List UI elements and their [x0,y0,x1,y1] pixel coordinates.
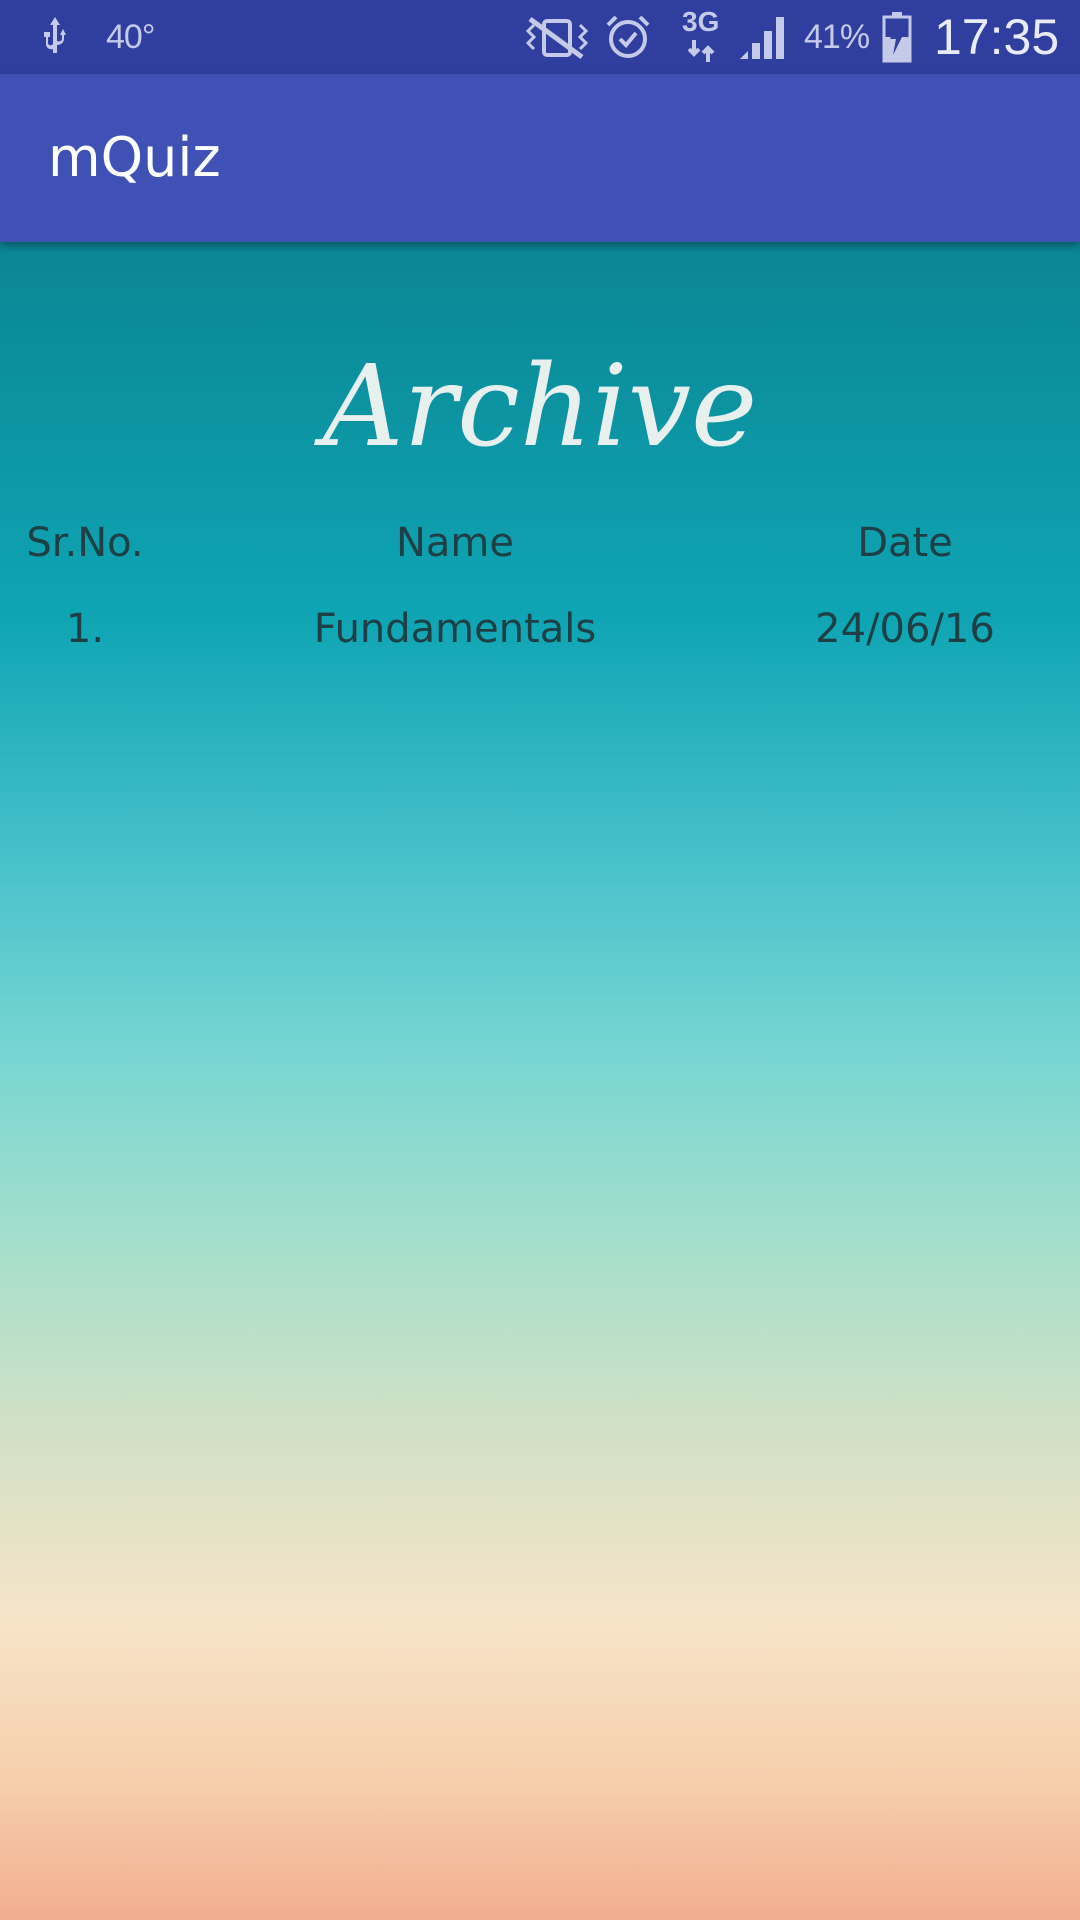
row-date: 24/06/16 [815,606,995,652]
battery-charging-icon [882,0,912,74]
vibrate-off-icon [520,0,592,74]
network-3g-icon [682,0,722,74]
row-name: Fundamentals [313,606,597,652]
archive-table: Sr.No. Name Date 1. Fundamentals 24/06/1… [0,500,1080,672]
page-title: Archive [322,342,758,472]
alarm-icon [604,0,652,74]
usb-icon [38,0,72,74]
header-date: Date [857,520,953,566]
clock: 17:35 [934,9,1060,65]
temperature-text: 40° [106,17,155,56]
header-sr-no: Sr.No. [26,520,144,566]
status-bar: 40° 3G 41% 17:35 [0,0,1080,74]
header-name: Name [395,520,514,566]
table-header-row: Sr.No. Name Date [0,500,1080,586]
app-title: mQuiz [48,126,221,189]
table-row[interactable]: 1. Fundamentals 24/06/16 [0,586,1080,672]
battery-percentage: 41% [804,17,870,56]
app-bar: mQuiz [0,74,1080,242]
row-sr-no: 1. [65,606,105,652]
signal-icon [738,0,790,74]
